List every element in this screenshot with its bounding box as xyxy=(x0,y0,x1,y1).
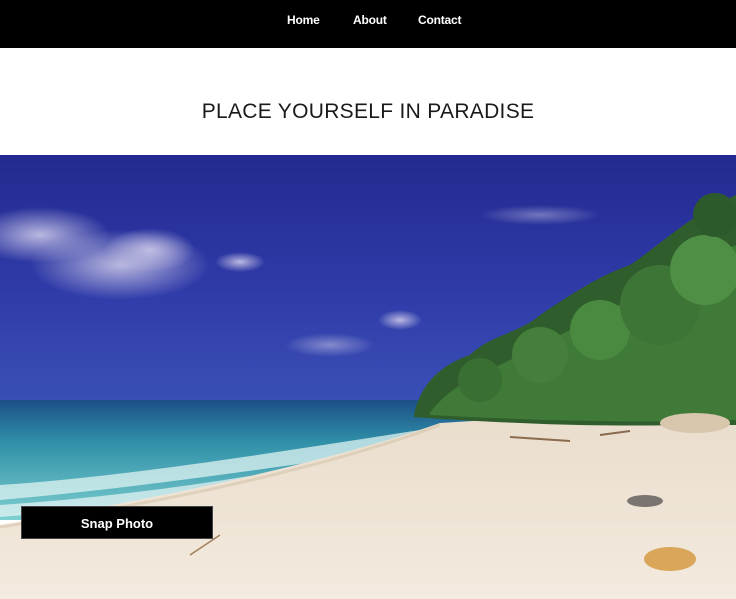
nav-home-link[interactable]: Home xyxy=(287,13,320,27)
top-nav-bar: Home About Contact xyxy=(0,0,736,48)
nav-about-link[interactable]: About xyxy=(353,13,387,27)
nav-contact-link[interactable]: Contact xyxy=(418,13,461,27)
snap-photo-button[interactable]: Snap Photo xyxy=(21,506,213,539)
page-title: PLACE YOURSELF IN PARADISE xyxy=(201,100,535,123)
